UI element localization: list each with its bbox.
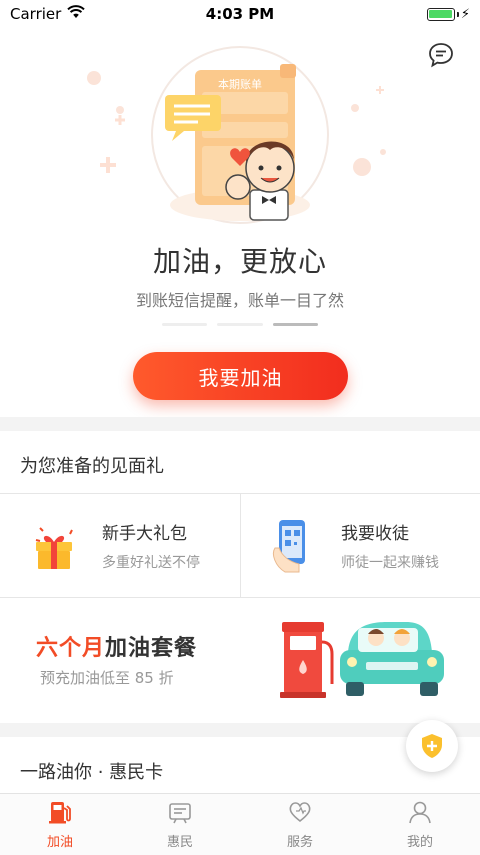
bill-illustration: 本期账单 [87, 46, 386, 224]
wifi-icon [67, 5, 86, 23]
carousel-indicator-active[interactable] [272, 323, 318, 326]
recruit-apprentice-card[interactable]: 我要收徒 师徒一起来赚钱 [241, 494, 480, 597]
gift-icon [35, 526, 73, 569]
insurance-fab[interactable] [406, 720, 458, 772]
heart-icon [289, 802, 311, 823]
card-subtitle: 多重好礼送不停 [102, 555, 200, 571]
carrier-label: Carrier [10, 5, 62, 23]
benefit-card-section-title: 一路油你 · 惠民卡 [20, 762, 164, 783]
card-subtitle: 师徒一起来赚钱 [341, 555, 439, 571]
tab-label: 我的 [406, 835, 433, 850]
status-bar: Carrier 4:03 PM ⚡ [0, 0, 480, 28]
promo-title-accent: 六个月 [36, 636, 106, 661]
card-title: 我要收徒 [341, 524, 409, 544]
bill-label: 本期账单 [218, 77, 262, 91]
battery-icon: ⚡ [426, 7, 470, 22]
promo-title-rest: 加油套餐 [105, 636, 198, 661]
tab-bar: 加油 惠民 服务 我的 [0, 793, 480, 855]
person-icon [409, 801, 431, 824]
fuel-pump-icon [49, 802, 71, 824]
tab-label: 加油 [46, 835, 73, 850]
carousel-indicator[interactable] [162, 323, 208, 326]
fuel-pump-car-illustration [280, 622, 444, 698]
card-icon [169, 803, 191, 824]
chat-bubble-icon [429, 43, 453, 68]
refuel-button[interactable]: 我要加油 [133, 352, 348, 400]
message-button[interactable] [426, 40, 456, 70]
gift-section-title: 为您准备的见面礼 [20, 456, 164, 477]
hero-subtitle: 到账短信提醒，账单一目了然 [135, 291, 344, 310]
section-divider [0, 417, 480, 431]
phone-qr-icon [272, 519, 305, 572]
card-title: 新手大礼包 [102, 524, 187, 544]
tab-label: 服务 [286, 835, 313, 850]
newbie-gift-card[interactable]: 新手大礼包 多重好礼送不停 [0, 494, 240, 597]
tab-label: 惠民 [166, 835, 193, 850]
tab-mine[interactable]: 我的 [360, 794, 480, 855]
status-left: Carrier [10, 5, 86, 23]
shield-plus-icon [422, 734, 442, 758]
carousel-indicator[interactable] [217, 323, 263, 326]
carousel-indicators [162, 323, 318, 327]
promo-subtitle: 预充加油低至 85 折 [40, 669, 174, 687]
tab-services[interactable]: 服务 [240, 794, 360, 855]
hero-title: 加油，更放心 [152, 245, 327, 278]
promo-title: 六个月加油套餐 [36, 630, 197, 662]
tab-refuel[interactable]: 加油 [0, 794, 120, 855]
tab-benefits[interactable]: 惠民 [120, 794, 240, 855]
